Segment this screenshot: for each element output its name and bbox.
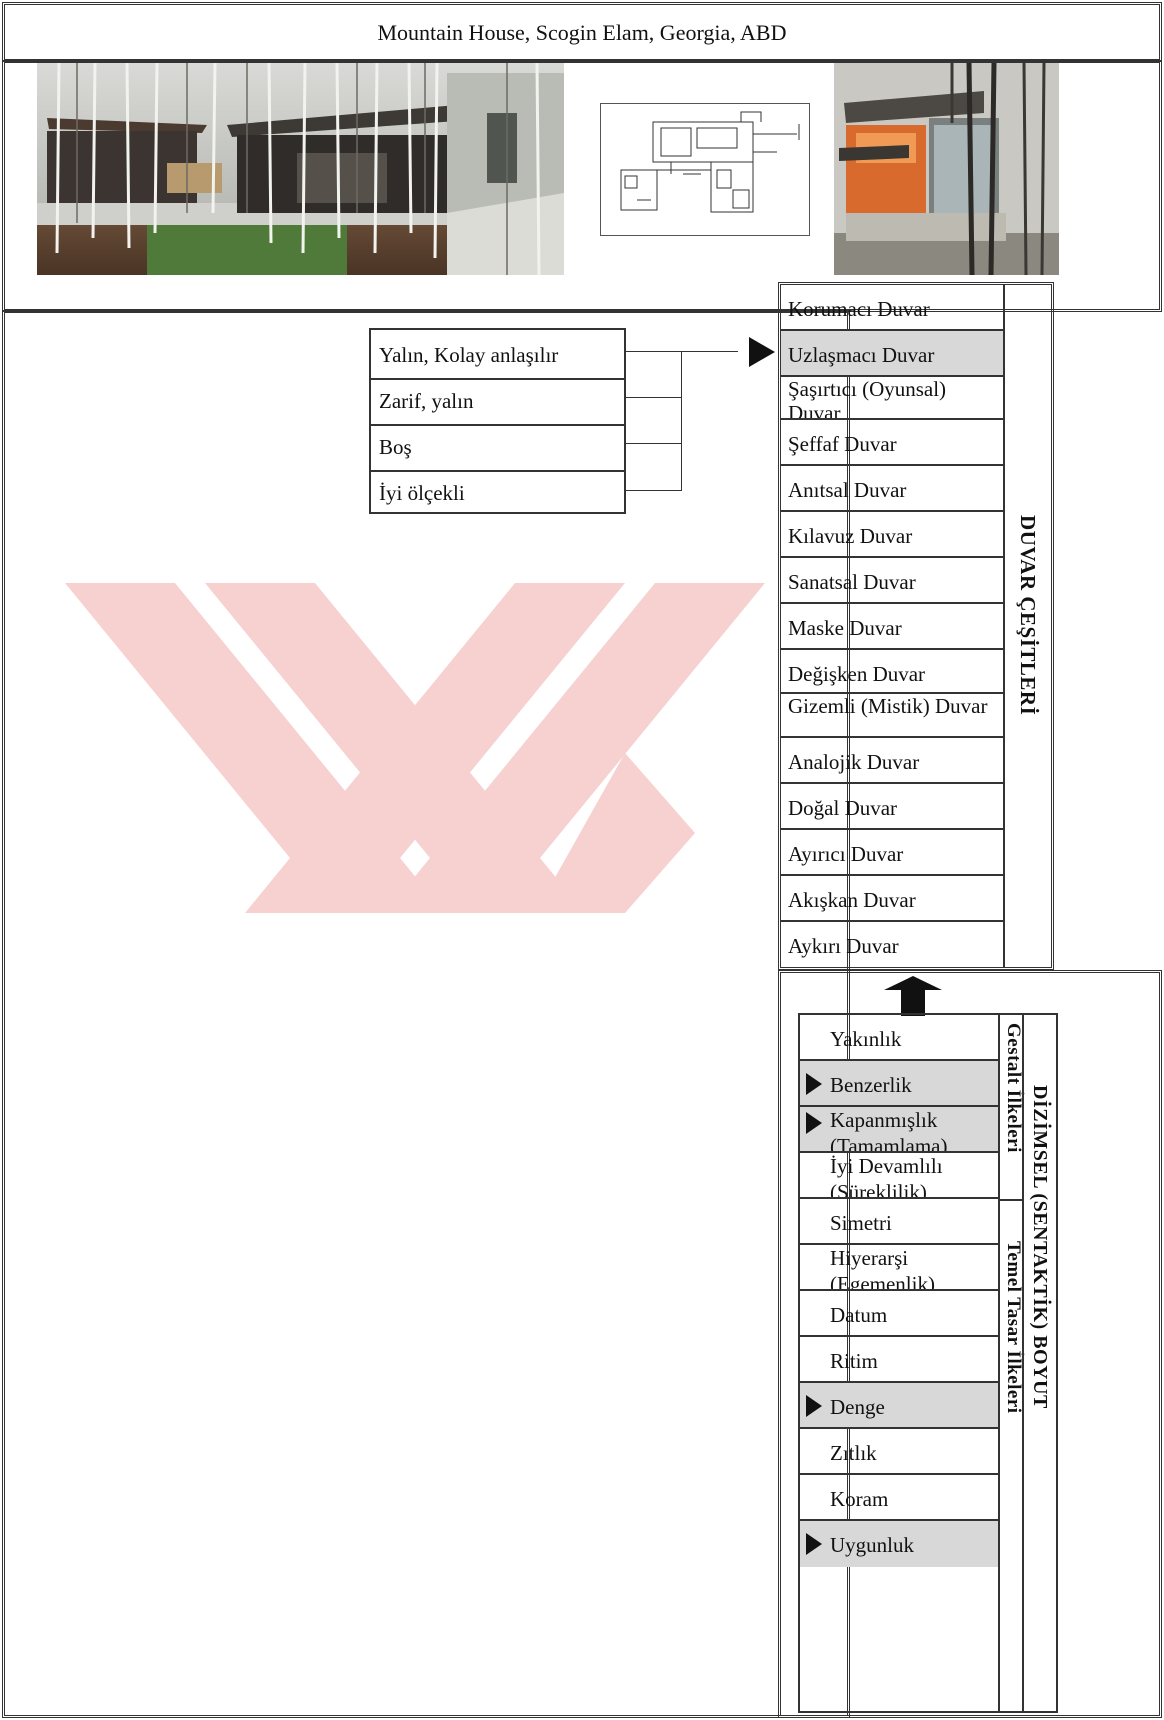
principle-item: İyi Devamlılı (Süreklilik): [800, 1153, 998, 1199]
connector-line: [626, 351, 738, 352]
group-divider: [1000, 1199, 1022, 1201]
principle-item: Datum: [800, 1291, 998, 1337]
connector-line: [626, 490, 681, 491]
wall-types-panel: Korumacı Duvar Uzlaşmacı Duvar Şaşırtıcı…: [778, 282, 1054, 970]
content-panel: Yalın, Kolay anlaşılır Zarif, yalın Boş …: [2, 310, 850, 1718]
principles-list: Yakınlık Benzerlik Kapanmışlık (Tamamlam…: [800, 1015, 1000, 1711]
connector-line: [626, 443, 681, 444]
wall-type-item: Şeffaf Duvar: [781, 420, 1003, 466]
attribute-item: Yalın, Kolay anlaşılır: [371, 330, 624, 380]
wall-type-item-highlighted: Uzlaşmacı Duvar: [781, 331, 1003, 377]
wall-type-item: Doğal Duvar: [781, 784, 1003, 830]
principles-box: Yakınlık Benzerlik Kapanmışlık (Tamamlam…: [798, 1013, 1058, 1713]
page-title: Mountain House, Scogin Elam, Georgia, AB…: [377, 20, 787, 45]
attribute-item: Boş: [371, 422, 624, 472]
principle-item: Koram: [800, 1475, 998, 1521]
wall-types-title: DUVAR ÇEŞİTLERİ: [1016, 515, 1040, 716]
wall-type-item: Ayırıcı Duvar: [781, 830, 1003, 876]
wall-types-list: Korumacı Duvar Uzlaşmacı Duvar Şaşırtıcı…: [781, 285, 1005, 967]
wall-type-item: Gizemli (Mistik) Duvar: [781, 694, 1003, 738]
wall-type-item: Aykırı Duvar: [788, 934, 899, 958]
marker-triangle-icon: [806, 1533, 822, 1555]
watermark-logo: [65, 583, 765, 913]
wall-type-item: Maske Duvar: [781, 604, 1003, 650]
principle-item: Simetri: [800, 1199, 998, 1245]
wall-type-item: Korumacı Duvar: [781, 285, 1003, 331]
syntactic-dimension-title: DİZİMSEL (SENTAKTİK) BOYUT: [1029, 1085, 1051, 1409]
wall-type-item: Değişken Duvar: [781, 650, 1003, 694]
house-photo-exterior: [37, 63, 564, 275]
photo-strip: [2, 60, 1162, 312]
page-header: Mountain House, Scogin Elam, Georgia, AB…: [2, 2, 1162, 62]
principle-item: Uygunluk: [800, 1521, 998, 1567]
house-photo-detail: [834, 63, 1059, 275]
attribute-item: İyi ölçekli: [379, 481, 465, 505]
principle-item: Kapanmışlık (Tamamlama): [800, 1107, 998, 1153]
column-divider: [1022, 1015, 1024, 1711]
marker-triangle-icon: [806, 1073, 822, 1095]
wall-type-item: Akışkan Duvar: [781, 876, 1003, 922]
wall-type-item: Kılavuz Duvar: [781, 512, 1003, 558]
connector-line: [626, 397, 681, 398]
wall-type-item: Analojik Duvar: [781, 738, 1003, 784]
principle-item: Hiyerarşi (Egemenlik): [800, 1245, 998, 1291]
connector-line: [681, 351, 682, 491]
principle-item: Zıtlık: [800, 1429, 998, 1475]
principle-item: Denge: [800, 1383, 998, 1429]
wall-type-item: Şaşırtıcı (Oyunsal) Duvar: [781, 377, 1003, 420]
marker-triangle-icon: [806, 1112, 822, 1134]
principle-item: Yakınlık: [800, 1015, 998, 1061]
wall-type-item: Sanatsal Duvar: [781, 558, 1003, 604]
attribute-item: Zarif, yalın: [371, 376, 624, 426]
basic-design-principles-title: Temel Tasar İlkeleri: [1003, 1241, 1024, 1414]
principle-item: Ritim: [800, 1337, 998, 1383]
gestalt-principles-title: Gestalt İlkeleri: [1003, 1023, 1024, 1153]
arrow-right-icon: [749, 337, 775, 367]
floor-plan-drawing: [600, 103, 810, 236]
principle-item: Benzerlik: [800, 1061, 998, 1107]
wall-type-item: Anıtsal Duvar: [781, 466, 1003, 512]
attribute-list: Yalın, Kolay anlaşılır Zarif, yalın Boş …: [369, 328, 626, 514]
marker-triangle-icon: [806, 1395, 822, 1417]
